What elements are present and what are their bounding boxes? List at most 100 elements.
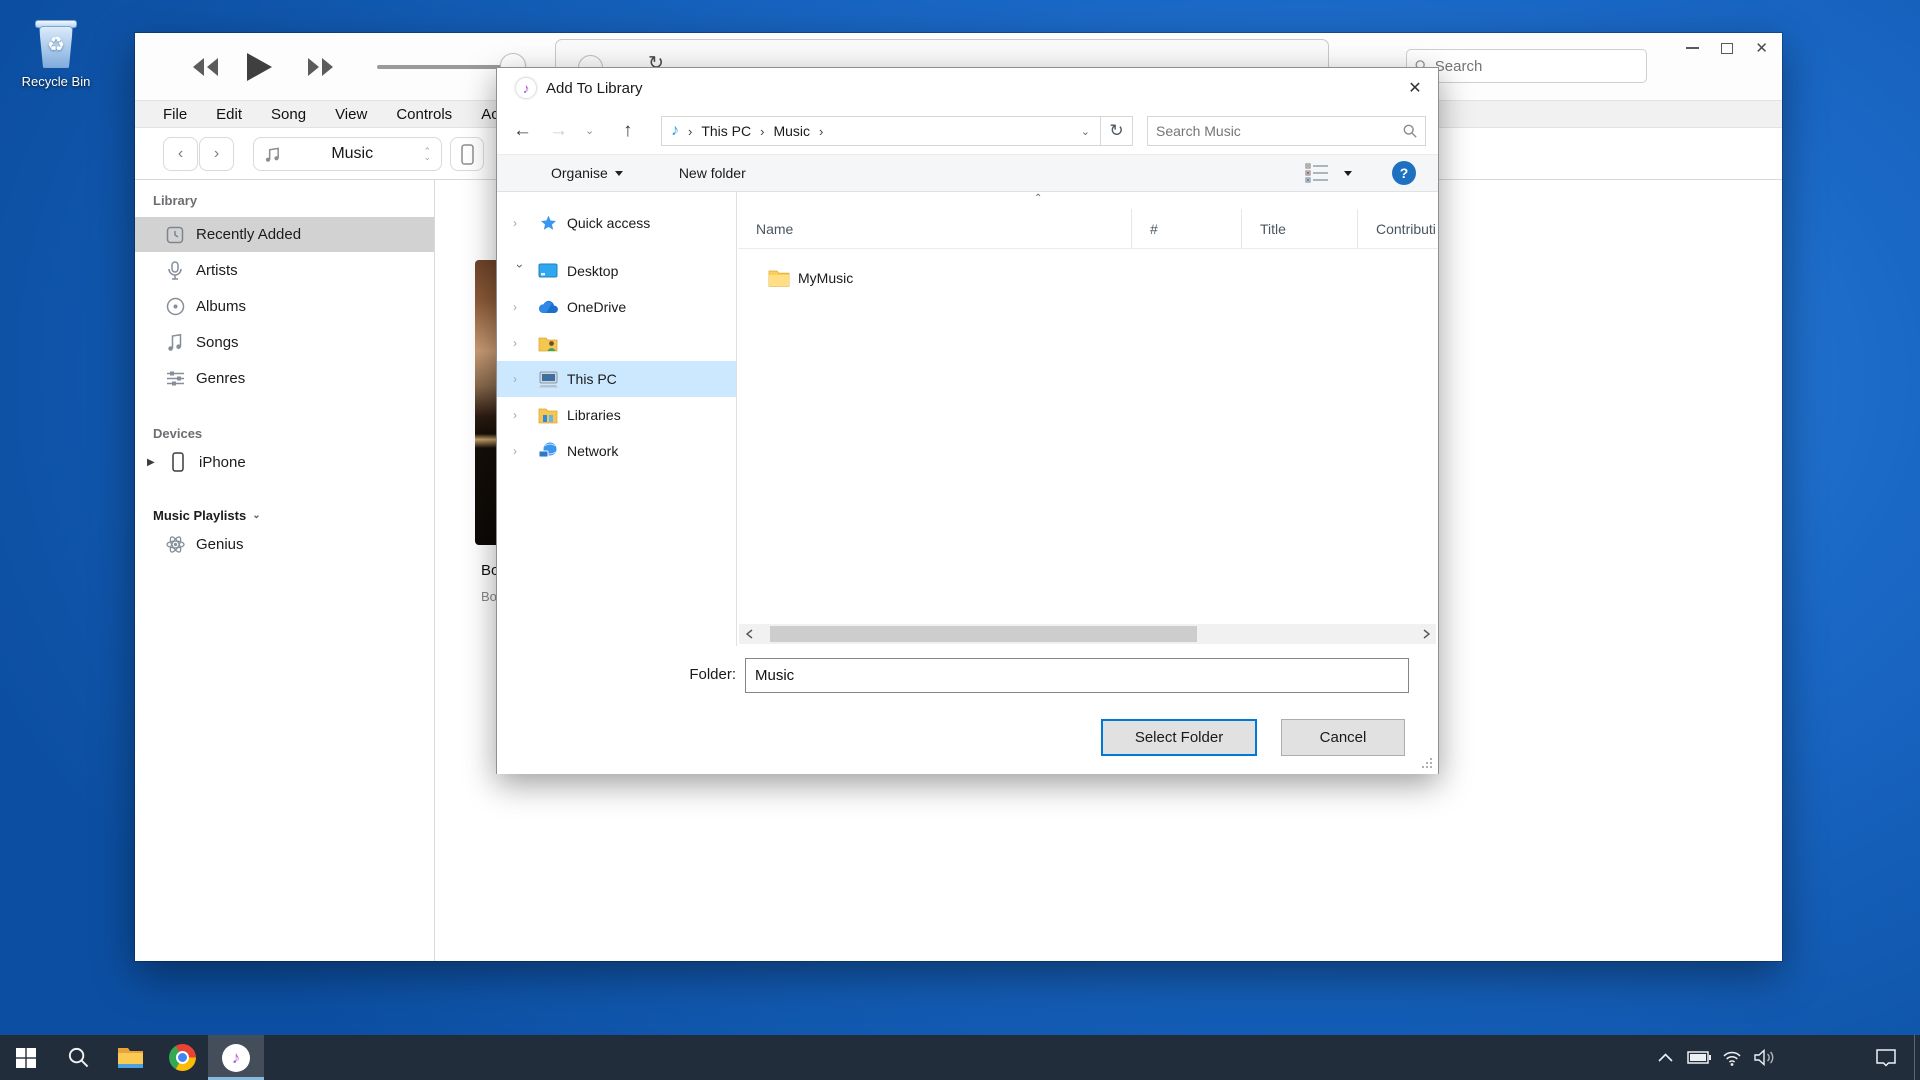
tree-item-onedrive[interactable]: › OneDrive: [497, 289, 736, 325]
play-button[interactable]: [241, 49, 277, 85]
action-center-button[interactable]: [1869, 1035, 1902, 1080]
add-to-library-dialog: ♪ Add To Library ✕ ← → ⌄ ↑ ♪ › This PC ›…: [496, 67, 1439, 774]
itunes-app-icon: ♪: [515, 77, 537, 99]
chevron-up-icon: [1658, 1053, 1673, 1062]
battery-tray-icon[interactable]: [1682, 1035, 1715, 1080]
dialog-search-box[interactable]: [1147, 116, 1426, 146]
dialog-titlebar[interactable]: ♪ Add To Library ✕: [497, 68, 1438, 108]
start-button[interactable]: [0, 1035, 52, 1080]
new-folder-button[interactable]: New folder: [679, 165, 746, 181]
file-row-mymusic[interactable]: MyMusic: [738, 260, 1132, 296]
rewind-button[interactable]: [187, 49, 223, 85]
back-button[interactable]: ‹: [163, 137, 198, 171]
forward-button[interactable]: ›: [199, 137, 234, 171]
dialog-body: › Quick access › Desktop ›: [497, 192, 1438, 646]
expander-chevron-icon[interactable]: ›: [513, 372, 527, 386]
show-desktop-button[interactable]: [1914, 1035, 1920, 1080]
sidebar-item-genres[interactable]: Genres: [135, 360, 434, 396]
volume-tray-icon[interactable]: [1748, 1035, 1781, 1080]
folder-name-input[interactable]: [745, 658, 1409, 693]
dialog-title: Add To Library: [546, 80, 642, 97]
recent-locations-chevron-icon[interactable]: ⌄: [585, 118, 594, 144]
menu-song[interactable]: Song: [271, 106, 306, 123]
sidebar-item-genius[interactable]: Genius: [135, 526, 434, 562]
scrollbar-thumb[interactable]: [770, 626, 1197, 642]
taskbar-search-button[interactable]: [52, 1035, 104, 1080]
view-options-caret-icon[interactable]: [1344, 171, 1352, 176]
details-view-icon[interactable]: [1304, 162, 1330, 184]
libraries-icon: [537, 405, 559, 425]
music-note-icon: [165, 332, 185, 352]
scroll-left-icon[interactable]: [739, 624, 759, 644]
itunes-search-input[interactable]: [1435, 58, 1638, 75]
sidebar-item-artists[interactable]: Artists: [135, 252, 434, 288]
minimize-icon[interactable]: [1686, 47, 1699, 49]
taskbar-file-explorer-button[interactable]: [104, 1035, 156, 1080]
wifi-tray-icon[interactable]: [1715, 1035, 1748, 1080]
column-title[interactable]: Title: [1242, 209, 1358, 248]
tree-item-network[interactable]: › Network: [497, 433, 736, 469]
sidebar-item-songs[interactable]: Songs: [135, 324, 434, 360]
expander-chevron-icon[interactable]: ›: [513, 264, 527, 278]
sidebar-playlists-header[interactable]: Music Playlists ⌄: [135, 506, 434, 526]
expander-chevron-icon[interactable]: ›: [513, 444, 527, 458]
menu-controls[interactable]: Controls: [396, 106, 452, 123]
tree-item-quick-access[interactable]: › Quick access: [497, 205, 736, 241]
close-icon[interactable]: ✕: [1755, 41, 1768, 56]
tree-item-label: OneDrive: [567, 299, 626, 315]
breadcrumb-this-pc[interactable]: This PC: [701, 123, 751, 139]
column-name[interactable]: Name: [738, 209, 1132, 248]
tree-item-user-folder[interactable]: ›: [497, 325, 736, 361]
sidebar-item-iphone[interactable]: ▶ iPhone: [135, 444, 434, 480]
refresh-icon[interactable]: ↻: [1101, 116, 1133, 146]
sidebar-item-recently-added[interactable]: Recently Added: [135, 217, 434, 252]
tree-item-this-pc[interactable]: › This PC: [497, 361, 736, 397]
select-folder-button[interactable]: Select Folder: [1101, 719, 1257, 756]
scroll-right-icon[interactable]: [1416, 624, 1436, 644]
resize-grip[interactable]: [1421, 757, 1434, 770]
organise-button[interactable]: Organise: [551, 165, 623, 181]
expander-chevron-icon[interactable]: ›: [513, 408, 527, 422]
dialog-search-input[interactable]: [1156, 123, 1403, 139]
menu-view[interactable]: View: [335, 106, 367, 123]
back-arrow-icon[interactable]: ←: [513, 118, 532, 144]
tree-item-desktop[interactable]: › Desktop: [497, 253, 736, 289]
column-number[interactable]: #: [1132, 209, 1242, 248]
column-contributing[interactable]: Contributi: [1358, 209, 1438, 248]
volume-slider[interactable]: [377, 65, 510, 69]
expander-chevron-icon[interactable]: ›: [513, 216, 527, 230]
breadcrumb-music[interactable]: Music: [773, 123, 810, 139]
tree-item-libraries[interactable]: › Libraries: [497, 397, 736, 433]
fast-forward-button[interactable]: [303, 49, 339, 85]
menu-edit[interactable]: Edit: [216, 106, 242, 123]
taskbar: ♪: [0, 1035, 1920, 1080]
menu-file[interactable]: File: [163, 106, 187, 123]
hidden-icons-chevron[interactable]: [1649, 1035, 1682, 1080]
dialog-footer: Folder: Select Folder Cancel: [497, 646, 1438, 774]
address-bar[interactable]: ♪ › This PC › Music › ⌄: [661, 116, 1101, 146]
recycle-bin-desktop-icon[interactable]: ♻ Recycle Bin: [18, 14, 94, 89]
cancel-button[interactable]: Cancel: [1281, 719, 1405, 756]
help-button[interactable]: ?: [1392, 161, 1416, 185]
horizontal-scrollbar[interactable]: [739, 624, 1436, 644]
expander-icon[interactable]: ▶: [147, 457, 157, 468]
taskbar-itunes-button[interactable]: ♪: [208, 1035, 264, 1080]
onedrive-cloud-icon: [537, 297, 559, 317]
search-icon: [67, 1046, 90, 1069]
media-kind-selector[interactable]: Music ⌃⌄: [253, 137, 442, 171]
expander-chevron-icon[interactable]: ›: [513, 336, 527, 350]
expander-chevron-icon[interactable]: ›: [513, 300, 527, 314]
sidebar-item-albums[interactable]: Albums: [135, 288, 434, 324]
itunes-search-box[interactable]: [1406, 49, 1647, 83]
device-button[interactable]: [450, 137, 484, 171]
address-dropdown-chevron-icon[interactable]: ⌄: [1081, 125, 1100, 138]
taskbar-chrome-button[interactable]: [156, 1035, 208, 1080]
system-tray: [1649, 1035, 1920, 1080]
maximize-icon[interactable]: [1721, 43, 1733, 54]
sidebar-item-label: Genres: [196, 370, 245, 387]
close-icon[interactable]: ✕: [1392, 68, 1438, 108]
microphone-icon: [165, 260, 185, 280]
file-list: ⌃ Name # Title Contributi MyMusic: [738, 192, 1438, 646]
up-arrow-icon[interactable]: ↑: [623, 118, 633, 144]
folder-icon: [768, 269, 790, 287]
